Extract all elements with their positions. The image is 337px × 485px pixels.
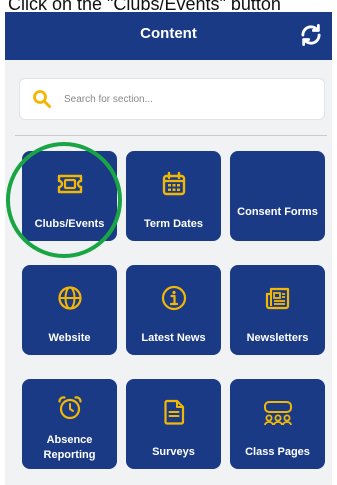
divider [15, 135, 327, 136]
info-icon [161, 285, 186, 311]
term-dates-button[interactable]: Term Dates [126, 151, 221, 241]
search-icon [33, 90, 51, 108]
tile-label: Surveys [152, 446, 195, 458]
absence-reporting-button[interactable]: Absence Reporting [22, 379, 117, 469]
group-icon [263, 401, 292, 426]
tile-label: Class Pages [245, 446, 310, 458]
consent-forms-button[interactable]: Consent Forms [230, 151, 325, 241]
refresh-icon[interactable] [298, 22, 324, 48]
clubs-events-button[interactable]: Clubs/Events [22, 151, 117, 241]
document-icon [163, 399, 184, 425]
tile-label: Website [48, 332, 91, 344]
header-title: Content [140, 25, 197, 42]
class-pages-button[interactable]: Class Pages [230, 379, 325, 469]
search-input[interactable] [64, 79, 314, 119]
search-box[interactable] [19, 78, 325, 120]
ticket-icon [57, 174, 82, 194]
alarm-clock-icon [57, 396, 82, 420]
newspaper-icon [265, 287, 289, 310]
tile-label: Absence Reporting [43, 434, 96, 461]
app-screen: Content Clubs/Events [0, 0, 337, 485]
calendar-icon [162, 171, 185, 196]
tile-label: Consent Forms [237, 206, 318, 218]
latest-news-button[interactable]: Latest News [126, 265, 221, 355]
tile-label: Latest News [141, 332, 206, 344]
tile-label: Newsletters [246, 332, 309, 344]
instruction-text: Click on the "Clubs/Events" button [8, 0, 281, 14]
tile-label: Clubs/Events [34, 218, 105, 230]
app-header: Content [5, 12, 332, 60]
globe-icon [57, 286, 82, 310]
surveys-button[interactable]: Surveys [126, 379, 221, 469]
newsletters-button[interactable]: Newsletters [230, 265, 325, 355]
content-area: Clubs/Events Term Dates [5, 60, 332, 485]
tile-label: Term Dates [143, 218, 204, 230]
website-button[interactable]: Website [22, 265, 117, 355]
